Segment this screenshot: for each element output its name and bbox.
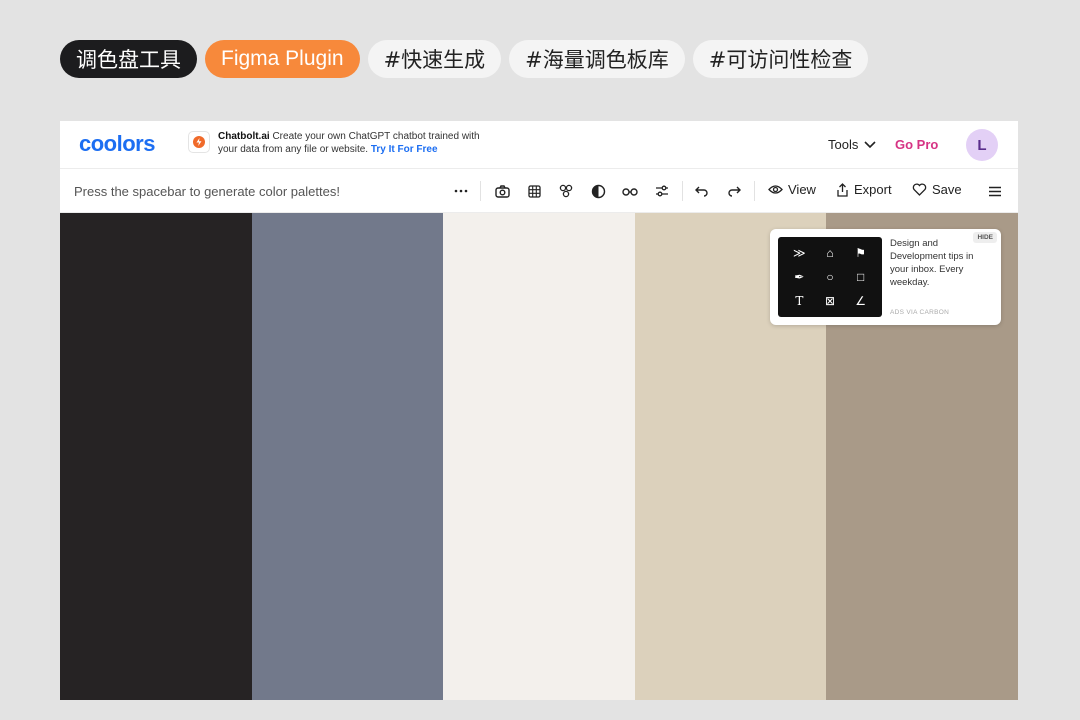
chevron-down-icon — [864, 140, 876, 148]
tag-quick-generate: #快速生成 — [367, 40, 502, 78]
tag-palette-tool: 调色盘工具 — [60, 40, 197, 78]
share-icon — [837, 182, 848, 197]
glasses-icon[interactable] — [622, 183, 638, 199]
tag-list: 调色盘工具 Figma Plugin #快速生成 #海量调色板库 #可访问性检查 — [60, 40, 869, 78]
pen-icon: ✒ — [794, 270, 805, 284]
carbon-ad[interactable]: ≫ ⌂ ⚑ ✒ ○ □ T ⊠ ∠ Design and Development… — [770, 229, 1001, 325]
frame-icon: ⊠ — [824, 294, 836, 308]
color-swatch[interactable] — [251, 213, 444, 700]
hide-ad-button[interactable]: HIDE — [973, 232, 997, 243]
export-button[interactable]: Export — [836, 182, 892, 197]
heart-icon — [912, 183, 927, 196]
contrast-icon[interactable] — [590, 183, 606, 199]
go-pro-link[interactable]: Go Pro — [895, 137, 938, 152]
tools-label: Tools — [828, 137, 859, 152]
more-options-icon[interactable] — [453, 183, 469, 199]
page-icon: □ — [857, 270, 865, 284]
chatbolt-logo-icon — [188, 131, 210, 153]
color-blind-icon[interactable] — [558, 183, 574, 199]
coolors-app: coolors Chatbolt.ai Create your own Chat… — [60, 121, 1018, 700]
text-icon: T — [795, 294, 804, 308]
ad-copy: Chatbolt.ai Create your own ChatGPT chat… — [218, 131, 498, 156]
app-header: coolors Chatbolt.ai Create your own Chat… — [60, 121, 1018, 169]
adjust-sliders-icon[interactable] — [654, 183, 670, 199]
carbon-ad-image: ≫ ⌂ ⚑ ✒ ○ □ T ⊠ ∠ — [778, 237, 882, 317]
angle-icon: ∠ — [855, 294, 867, 308]
tag-figma-plugin: Figma Plugin — [205, 40, 360, 78]
toolbar: Press the spacebar to generate color pal… — [60, 169, 1018, 213]
camera-icon[interactable] — [494, 183, 510, 199]
color-swatch[interactable] — [60, 213, 252, 700]
undo-icon[interactable] — [694, 183, 710, 199]
lasso-icon: ○ — [826, 270, 834, 284]
redo-icon[interactable] — [726, 183, 742, 199]
toolbar-divider — [682, 181, 683, 201]
flag-icon: ⚑ — [855, 246, 867, 260]
export-label: Export — [854, 182, 892, 197]
carbon-via-label[interactable]: ADS VIA CARBON — [890, 309, 949, 316]
header-ad[interactable]: Chatbolt.ai Create your own ChatGPT chat… — [188, 131, 498, 156]
view-button[interactable]: View — [768, 182, 816, 197]
save-label: Save — [932, 182, 962, 197]
coolors-logo[interactable]: coolors — [79, 131, 155, 157]
home-icon: ⌂ — [826, 246, 834, 260]
tag-accessibility-check: #可访问性检查 — [692, 40, 869, 78]
ad-cta-link[interactable]: Try It For Free — [371, 144, 438, 155]
eye-icon — [768, 185, 783, 194]
avatar[interactable]: L — [966, 129, 998, 161]
tag-palette-library: #海量调色板库 — [509, 40, 685, 78]
view-label: View — [788, 182, 816, 197]
spacebar-hint: Press the spacebar to generate color pal… — [74, 184, 340, 199]
toolbar-divider — [754, 181, 755, 201]
save-button[interactable]: Save — [912, 182, 962, 197]
forward-icon: ≫ — [793, 246, 806, 260]
grid-icon[interactable] — [526, 183, 542, 199]
carbon-ad-text: Design and Development tips in your inbo… — [890, 238, 974, 288]
tools-menu[interactable]: Tools — [828, 137, 876, 152]
menu-icon[interactable] — [987, 183, 1003, 199]
toolbar-divider — [480, 181, 481, 201]
color-swatch[interactable] — [443, 213, 635, 700]
ad-brand: Chatbolt.ai — [218, 131, 270, 142]
